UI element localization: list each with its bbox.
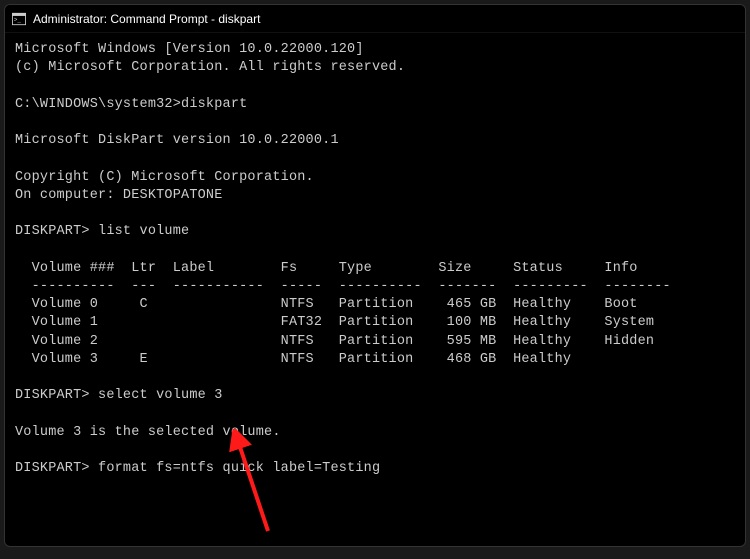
output-line: Volume 3 is the selected volume. <box>15 425 281 440</box>
command-prompt-window: >_ Administrator: Command Prompt - diskp… <box>4 4 746 547</box>
titlebar[interactable]: >_ Administrator: Command Prompt - diskp… <box>5 5 745 33</box>
svg-text:>_: >_ <box>14 16 22 23</box>
window-title: Administrator: Command Prompt - diskpart <box>33 12 260 26</box>
table-row: Volume 3 E NTFS Partition 468 GB Healthy <box>15 352 571 367</box>
output-line: (c) Microsoft Corporation. All rights re… <box>15 60 405 75</box>
table-row: Volume 0 C NTFS Partition 465 GB Healthy… <box>15 297 638 312</box>
prompt-line: DISKPART> format fs=ntfs quick label=Tes… <box>15 461 380 476</box>
table-row: Volume 1 FAT32 Partition 100 MB Healthy … <box>15 315 654 330</box>
table-header: Volume ### Ltr Label Fs Type Size Status… <box>15 261 638 276</box>
output-line: Microsoft DiskPart version 10.0.22000.1 <box>15 133 339 148</box>
prompt-line: C:\WINDOWS\system32>diskpart <box>15 97 247 112</box>
output-line: Copyright (C) Microsoft Corporation. <box>15 170 314 185</box>
cmd-icon: >_ <box>11 11 27 27</box>
table-row: Volume 2 NTFS Partition 595 MB Healthy H… <box>15 334 654 349</box>
terminal-output[interactable]: Microsoft Windows [Version 10.0.22000.12… <box>5 33 745 486</box>
prompt-line: DISKPART> select volume 3 <box>15 388 223 403</box>
output-line: Microsoft Windows [Version 10.0.22000.12… <box>15 42 364 57</box>
table-divider: ---------- --- ----------- ----- -------… <box>15 279 671 294</box>
output-line: On computer: DESKTOPATONE <box>15 188 223 203</box>
prompt-line: DISKPART> list volume <box>15 224 189 239</box>
